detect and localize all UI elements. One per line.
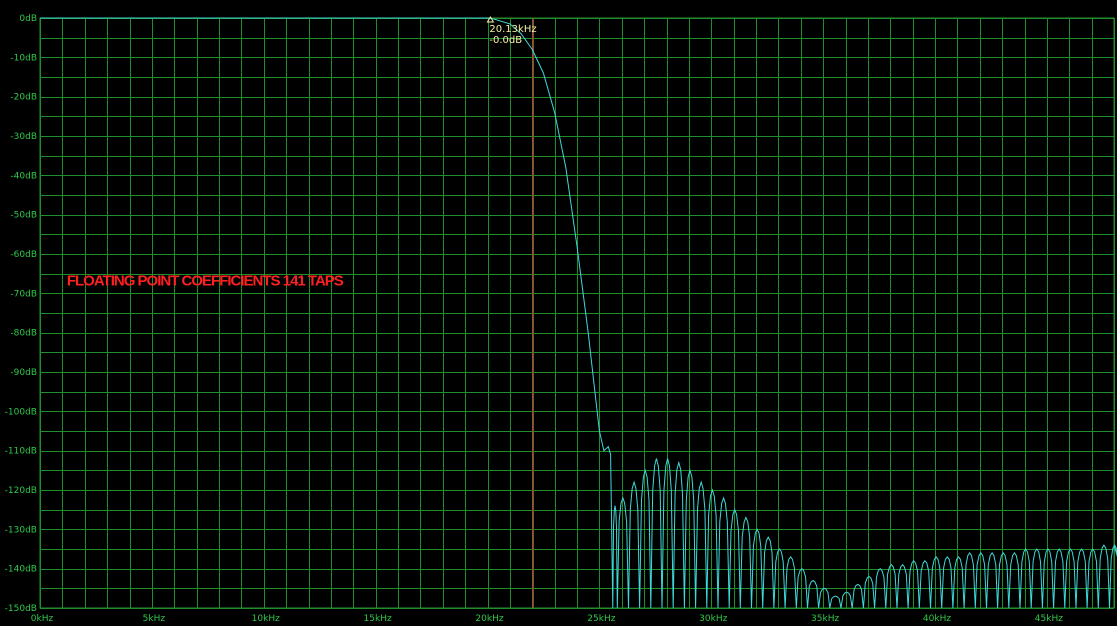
x-tick-label: 35kHz	[811, 614, 839, 624]
y-tick-label: -120dB	[5, 486, 37, 496]
y-tick-label: -150dB	[5, 604, 37, 614]
x-tick-label: 15kHz	[364, 614, 392, 624]
marker-level-label: -0.0dB	[489, 35, 522, 46]
y-tick-label: -40dB	[10, 171, 37, 181]
y-tick-label: -100dB	[5, 407, 37, 417]
x-tick-label: 10kHz	[252, 614, 280, 624]
y-tick-label: -10dB	[10, 53, 37, 63]
x-tick-label: 20kHz	[475, 614, 503, 624]
y-tick-label: -110dB	[5, 447, 37, 457]
y-tick-label: -80dB	[10, 329, 37, 339]
chart-annotation: FLOATING POINT COEFFICIENTS 141 TAPS	[67, 272, 344, 289]
x-tick-label: 5kHz	[143, 614, 166, 624]
y-tick-label: 0dB	[19, 14, 37, 24]
x-tick-label: 40kHz	[923, 614, 951, 624]
x-tick-label: 25kHz	[587, 614, 615, 624]
x-tick-label: 0kHz	[31, 614, 54, 624]
frequency-response-chart: 0dB -10dB -20dB -30dB -40dB -50dB -60dB -70dB -8…	[0, 0, 1117, 626]
y-tick-label: -50dB	[10, 211, 37, 221]
y-tick-label: -130dB	[5, 525, 37, 535]
x-tick-label: 30kHz	[699, 614, 727, 624]
marker-frequency-label: 20.13kHz	[489, 24, 536, 35]
y-tick-label: -60dB	[10, 250, 37, 260]
y-tick-label: -20dB	[10, 93, 37, 103]
y-tick-label: -30dB	[10, 132, 37, 142]
y-tick-label: -90dB	[10, 368, 37, 378]
y-tick-label: -140dB	[5, 565, 37, 575]
x-tick-label: 45kHz	[1035, 614, 1063, 624]
y-tick-label: -70dB	[10, 289, 37, 299]
